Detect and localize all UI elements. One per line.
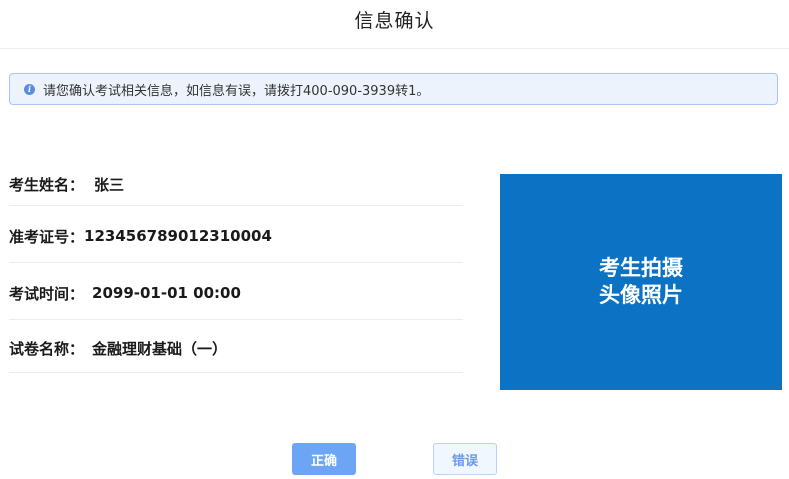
- ticket-value: 123456789012310004: [84, 227, 272, 245]
- name-label: 考生姓名：: [9, 176, 85, 194]
- info-row-name: 考生姓名： 张三: [9, 160, 463, 206]
- correct-button[interactable]: 正确: [292, 443, 356, 475]
- paper-label: 试卷名称：: [9, 339, 85, 358]
- info-row-paper: 试卷名称： 金融理财基础（一）: [9, 320, 463, 373]
- info-row-time: 考试时间： 2099-01-01 00:00: [9, 263, 463, 320]
- page-header: 信息确认: [0, 0, 789, 49]
- candidate-info-list: 考生姓名： 张三 准考证号： 123456789012310004 考试时间： …: [9, 160, 463, 373]
- info-row-ticket: 准考证号： 123456789012310004: [9, 206, 463, 263]
- paper-value: 金融理财基础（一）: [92, 339, 228, 358]
- wrong-button[interactable]: 错误: [433, 443, 497, 475]
- time-value: 2099-01-01 00:00: [92, 284, 241, 302]
- notice-text: 请您确认考试相关信息，如信息有误，请拨打400-090-3939转1。: [43, 83, 430, 99]
- page-title: 信息确认: [354, 10, 435, 32]
- info-notice: i 请您确认考试相关信息，如信息有误，请拨打400-090-3939转1。: [9, 73, 778, 105]
- ticket-label: 准考证号：: [9, 227, 85, 246]
- name-value: 张三: [94, 176, 125, 194]
- photo-placeholder-text: 考生拍摄 头像照片: [599, 256, 683, 307]
- time-label: 考试时间：: [9, 284, 85, 303]
- info-icon: i: [24, 83, 35, 95]
- candidate-photo-placeholder: 考生拍摄 头像照片: [500, 174, 782, 390]
- confirm-info-page: 信息确认 i 请您确认考试相关信息，如信息有误，请拨打400-090-3939转…: [0, 0, 789, 479]
